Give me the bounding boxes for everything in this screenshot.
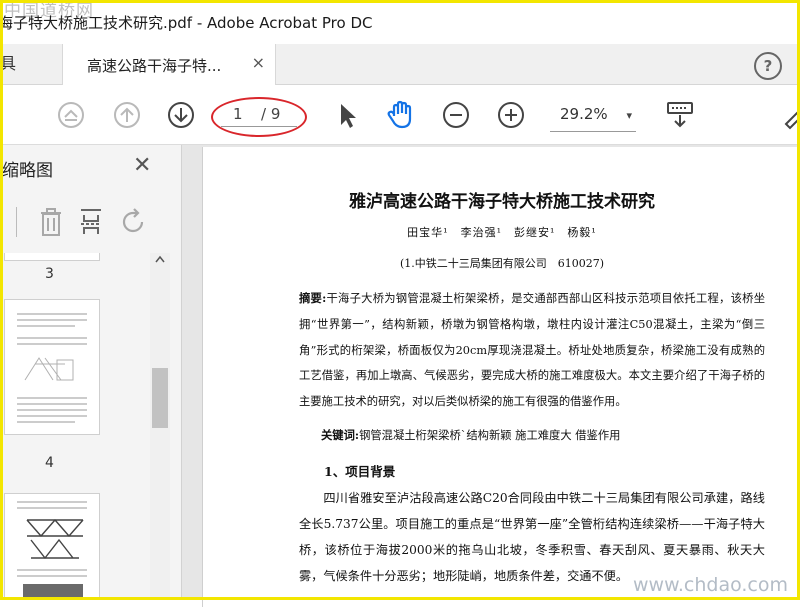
document-authors: 田宝华¹ 李治强¹ 彭继安¹ 杨毅¹ bbox=[407, 226, 597, 239]
close-tab-icon[interactable]: × bbox=[252, 53, 265, 72]
toolbar: 1 / 9 29.2% ▾ bbox=[0, 85, 800, 145]
thumbnail-label-4: 4 bbox=[45, 455, 54, 471]
thumbnail-label-3: 3 bbox=[45, 266, 54, 282]
tab-tools[interactable]: 具 bbox=[0, 44, 44, 84]
keywords-label: 关键词: bbox=[321, 428, 360, 442]
pdf-page: 雅泸高速公路干海子特大桥施工技术研究 田宝华¹ 李治强¹ 彭继安¹ 杨毅¹ (1… bbox=[202, 147, 800, 607]
window-title: 海子特大桥施工技术研究.pdf - Adobe Acrobat Pro DC bbox=[0, 14, 373, 32]
next-page-icon[interactable] bbox=[166, 100, 196, 130]
abstract-label: 摘要: bbox=[299, 291, 327, 305]
zoom-level-value: 29.2% bbox=[560, 105, 608, 123]
thumbnail-page-3[interactable] bbox=[4, 299, 100, 435]
scrollbar-thumb[interactable] bbox=[152, 368, 168, 428]
section-heading: 1、项目背景 bbox=[324, 464, 396, 479]
body-text: 四川省雅安至泸沽段高速公路C20合同段由中铁二十三局集团有限公司承建，路线全长5… bbox=[299, 491, 765, 583]
select-cursor-icon[interactable] bbox=[332, 100, 362, 130]
abstract-text: 干海子大桥为钢管混凝土桁架梁桥，是交通部西部山区科技示范项目依托工程，该桥坐拥“… bbox=[299, 292, 765, 409]
keywords-line: 关键词:钢管混凝土桁架梁桥`结构新颖 施工难度大 借鉴作用 bbox=[321, 427, 769, 443]
extract-pages-icon[interactable] bbox=[78, 207, 104, 237]
pen-icon[interactable] bbox=[782, 100, 800, 130]
thumbnail-list[interactable]: 3 4 bbox=[0, 253, 150, 600]
trash-icon[interactable] bbox=[38, 207, 64, 237]
help-icon[interactable]: ? bbox=[754, 52, 782, 80]
tab-document-label: 高速公路干海子特... bbox=[87, 57, 222, 75]
tab-bar: 具 高速公路干海子特... × ? bbox=[0, 44, 800, 85]
document-title: 雅泸高速公路干海子特大桥施工技术研究 bbox=[349, 192, 655, 212]
close-panel-icon[interactable]: ✕ bbox=[133, 153, 151, 178]
document-view[interactable]: 雅泸高速公路干海子特大桥施工技术研究 田宝华¹ 李治强¹ 彭继安¹ 杨毅¹ (1… bbox=[182, 145, 800, 607]
thumbnails-panel-title: 缩略图 bbox=[2, 161, 53, 181]
tab-document[interactable]: 高速公路干海子特... × bbox=[62, 44, 276, 85]
thumbnail-scrollbar[interactable] bbox=[150, 253, 170, 600]
zoom-level-dropdown[interactable]: 29.2% ▾ bbox=[550, 103, 636, 132]
previous-page-icon[interactable] bbox=[112, 100, 142, 130]
keywords-text: 钢管混凝土桁架梁桥`结构新颖 施工难度大 借鉴作用 bbox=[359, 429, 621, 442]
zoom-out-icon[interactable] bbox=[441, 100, 471, 130]
scroll-up-icon[interactable] bbox=[155, 255, 165, 263]
zoom-in-icon[interactable] bbox=[496, 100, 526, 130]
thumbnail-page-2[interactable] bbox=[4, 253, 100, 261]
thumbnail-preview-4 bbox=[17, 501, 87, 600]
thumbnail-tools bbox=[0, 201, 181, 243]
document-affiliation: (1.中铁二十三局集团有限公司 610027) bbox=[399, 257, 605, 270]
thumbnail-preview bbox=[17, 313, 87, 423]
thumbnails-panel: 缩略图 ✕ 3 4 bbox=[0, 145, 182, 600]
scroll-mode-icon[interactable] bbox=[665, 100, 695, 130]
abstract-paragraph: 摘要:干海子大桥为钢管混凝土桁架梁桥，是交通部西部山区科技示范项目依托工程，该桥… bbox=[299, 286, 765, 415]
thumbnail-page-4[interactable] bbox=[4, 493, 100, 600]
chevron-down-icon[interactable]: ▾ bbox=[626, 109, 632, 122]
title-bar: 中国道桥网 海子特大桥施工技术研究.pdf - Adobe Acrobat Pr… bbox=[0, 0, 800, 44]
red-annotation-oval bbox=[211, 97, 307, 137]
site-url-watermark: www.chdao.com bbox=[632, 574, 788, 596]
hand-tool-icon[interactable] bbox=[385, 99, 417, 131]
first-page-icon[interactable] bbox=[56, 100, 86, 130]
rotate-page-icon[interactable] bbox=[120, 207, 148, 237]
